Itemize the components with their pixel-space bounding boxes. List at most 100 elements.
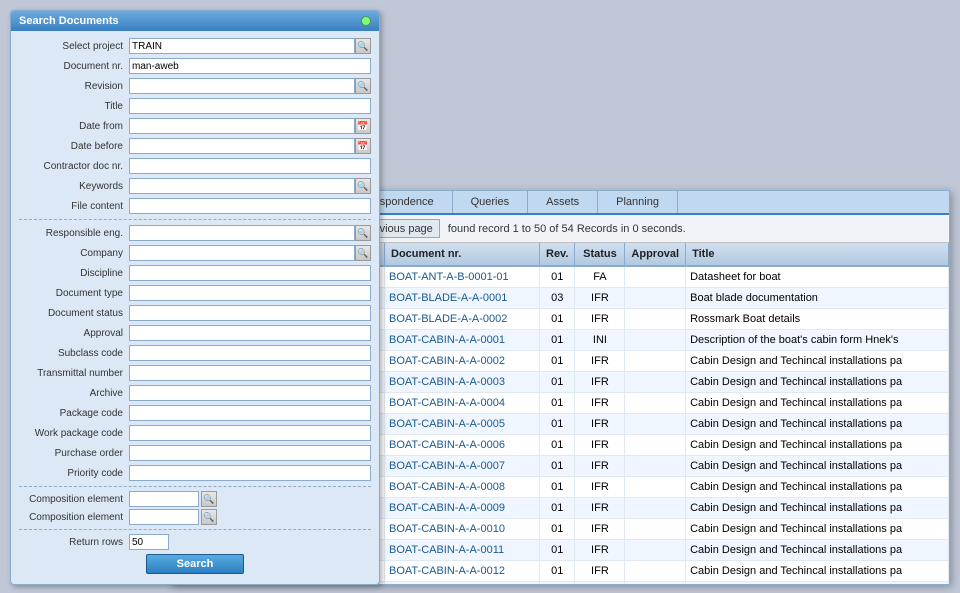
composition-element1-inputs: 🔍 [129,491,371,507]
row-approval [625,414,686,435]
table-row: i BOAT-CABIN-A-A-0007 01 IFR Cabin Desig… [336,456,949,477]
work-package-code-input[interactable] [129,425,371,441]
composition-element2-inputs: 🔍 [129,509,371,525]
row-docnr[interactable]: BOAT-CABIN-A-A-0007 [385,456,540,477]
company-btn[interactable]: 🔍 [355,245,371,261]
row-title: Cabin Design and Techincal installations… [686,414,949,435]
row-status: IFR [575,393,625,414]
priority-code-input[interactable] [129,465,371,481]
row-status: IFR [575,582,625,585]
purchase-order-input[interactable] [129,445,371,461]
row-docnr[interactable]: BOAT-CABIN-A-A-0001 [385,330,540,351]
row-docnr[interactable]: BOAT-CABIN-A-A-0003 [385,372,540,393]
composition-element2-label: Composition element [19,512,129,523]
row-approval [625,330,686,351]
select-project-row: Select project 🔍 [19,37,371,55]
row-docnr[interactable]: BOAT-BLADE-A-A-0002 [385,309,540,330]
row-title: Cabin Design and Techincal installations… [686,498,949,519]
table-row: i BOAT-CABIN-A-A-0010 01 IFR Cabin Desig… [336,519,949,540]
package-code-input[interactable] [129,405,371,421]
date-from-label: Date from [19,121,129,132]
row-approval [625,309,686,330]
revision-input[interactable] [129,78,355,94]
results-info-bar: ◀ Previous page found record 1 to 50 of … [336,215,949,243]
archive-input[interactable] [129,385,371,401]
return-rows-row: Return rows [19,534,371,550]
title-row: Title [19,97,371,115]
row-status: IFR [575,372,625,393]
approval-label: Approval [19,328,129,339]
responsible-eng-input[interactable] [129,225,355,241]
search-button[interactable]: Search [146,554,245,574]
document-type-input[interactable] [129,285,371,301]
row-rev: 01 [540,351,575,372]
company-input[interactable] [129,245,355,261]
title-input[interactable] [129,98,371,114]
row-docnr[interactable]: BOAT-CABIN-A-A-0011 [385,540,540,561]
discipline-input[interactable] [129,265,371,281]
keywords-field: 🔍 [129,178,371,194]
company-label: Company [19,248,129,259]
revision-btn[interactable]: 🔍 [355,78,371,94]
document-nr-input[interactable] [129,58,371,74]
tab-planning[interactable]: Planning [598,191,678,213]
row-docnr[interactable]: BOAT-CABIN-A-A-0008 [385,477,540,498]
row-rev: 01 [540,372,575,393]
date-from-btn[interactable]: 📅 [355,118,371,134]
table-row: i BOAT-CABIN-A-A-0011 01 IFR Cabin Desig… [336,540,949,561]
row-rev: 01 [540,456,575,477]
keywords-btn[interactable]: 🔍 [355,178,371,194]
row-docnr[interactable]: BOAT-BLADE-A-A-0001 [385,288,540,309]
discipline-row: Discipline [19,264,371,282]
return-rows-input[interactable] [129,534,169,550]
divider2 [19,486,371,487]
archive-label: Archive [19,388,129,399]
row-docnr[interactable]: BOAT-CABIN-A-A-0010 [385,519,540,540]
date-before-btn[interactable]: 📅 [355,138,371,154]
comp1-btn[interactable]: 🔍 [201,491,217,507]
comp2-input1[interactable] [129,509,199,525]
tab-queries[interactable]: Queries [453,191,529,213]
date-before-input[interactable] [129,138,355,154]
row-docnr[interactable]: BOAT-CABIN-A-A-0002 [385,351,540,372]
responsible-eng-btn[interactable]: 🔍 [355,225,371,241]
tab-assets[interactable]: Assets [528,191,598,213]
comp2-btn[interactable]: 🔍 [201,509,217,525]
row-docnr[interactable]: BOAT-CABIN-A-A-0009 [385,498,540,519]
row-docnr[interactable]: BOAT-ANT-A-B-0001-01 [385,266,540,288]
table-row: i BOAT-CABIN-A-A-0002 01 IFR Cabin Desig… [336,351,949,372]
select-project-btn[interactable]: 🔍 [355,38,371,54]
title-label: Title [19,101,129,112]
transmittal-number-input[interactable] [129,365,371,381]
approval-input[interactable] [129,325,371,341]
table-row: i BOAT-ANT-A-B-0001-01 01 FA Datasheet f… [336,266,949,288]
approval-row: Approval [19,324,371,342]
row-title: Cabin Design and Techincal installations… [686,519,949,540]
select-project-input[interactable] [129,38,355,54]
row-rev: 01 [540,393,575,414]
table-row: i BOAT-CABIN-A-A-0008 01 IFR Cabin Desig… [336,477,949,498]
row-docnr[interactable]: BOAT-CABIN-A-A-0006 [385,435,540,456]
row-title: Cabin Design and Techincal installations… [686,435,949,456]
work-package-code-row: Work package code [19,424,371,442]
row-docnr[interactable]: BOAT-CABIN-A-A-0012 [385,561,540,582]
work-package-code-label: Work package code [19,428,129,439]
subclass-code-input[interactable] [129,345,371,361]
date-before-row: Date before 📅 [19,137,371,155]
row-title: Cabin Design and Techincal installations… [686,582,949,585]
document-status-input[interactable] [129,305,371,321]
file-content-input[interactable] [129,198,371,214]
contractor-doc-input[interactable] [129,158,371,174]
row-rev: 01 [540,540,575,561]
comp1-input1[interactable] [129,491,199,507]
keywords-input[interactable] [129,178,355,194]
transmittal-number-row: Transmittal number [19,364,371,382]
row-docnr[interactable]: BOAT-CABIN-A-A-0013 [385,582,540,585]
date-from-input[interactable] [129,118,355,134]
responsible-eng-label: Responsible eng. [19,228,129,239]
row-docnr[interactable]: BOAT-CABIN-A-A-0004 [385,393,540,414]
table-row: i BOAT-CABIN-A-A-0012 01 IFR Cabin Desig… [336,561,949,582]
revision-field: 🔍 [129,78,371,94]
row-title: Cabin Design and Techincal installations… [686,372,949,393]
row-docnr[interactable]: BOAT-CABIN-A-A-0005 [385,414,540,435]
